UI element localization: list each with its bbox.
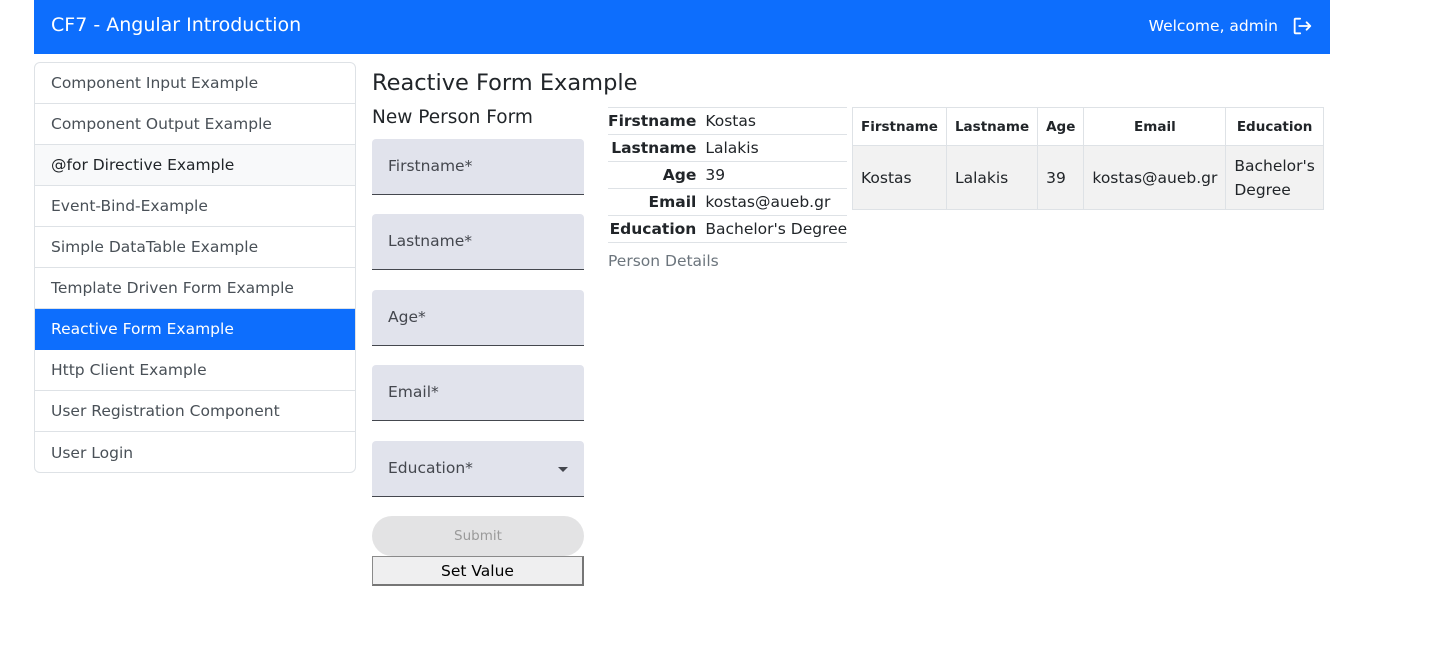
detail-row: Firstname Kostas [608,107,848,135]
education-select[interactable]: Education* [372,441,584,497]
detail-row: Email kostas@aueb.gr [608,188,848,216]
column-header-email: Email [1083,107,1227,146]
sidebar-item-user-login[interactable]: User Login [35,432,355,472]
sidebar-item-user-registration[interactable]: User Registration Component [35,391,355,432]
detail-value: Bachelor's Degree [705,215,848,243]
detail-key: Email [608,188,706,216]
table-cell: Bachelor's Degree [1225,145,1324,210]
column-header-age: Age [1037,107,1085,146]
sidebar-item-event-bind[interactable]: Event-Bind-Example [35,186,355,227]
sidebar-item-for-directive[interactable]: @for Directive Example [35,145,355,186]
column-header-education: Education [1225,107,1324,146]
detail-value: 39 [705,161,848,189]
table-cell: kostas@aueb.gr [1083,145,1227,210]
person-details-table: Firstname Kostas Lastname Lalakis Age 39… [608,107,848,243]
column-header-firstname: Firstname [852,107,947,146]
detail-key: Firstname [608,107,706,135]
detail-row: Education Bachelor's Degree [608,215,848,243]
table-header-row: Firstname Lastname Age Email Education [852,107,1324,146]
form-title: New Person Form [372,107,533,128]
table-cell: 39 [1037,145,1085,210]
detail-key: Education [608,215,706,243]
sidebar-item-template-driven-form[interactable]: Template Driven Form Example [35,268,355,309]
page-title: Reactive Form Example [372,70,638,96]
welcome-text: Welcome, admin [1148,17,1278,35]
table-cell: Kostas [852,145,947,210]
people-table: Firstname Lastname Age Email Education K… [852,107,1324,210]
person-details-caption: Person Details [608,252,719,270]
sidebar-item-http-client[interactable]: Http Client Example [35,350,355,391]
email-label: Email* [388,383,439,401]
age-label: Age* [388,308,426,326]
age-field[interactable]: Age* [372,290,584,346]
detail-row: Age 39 [608,161,848,189]
detail-key: Age [608,161,706,189]
set-value-button[interactable]: Set Value [372,556,584,586]
top-navbar: CF7 - Angular Introduction Welcome, admi… [34,0,1330,54]
app-brand[interactable]: CF7 - Angular Introduction [51,14,301,36]
lastname-label: Lastname* [388,232,472,250]
lastname-field[interactable]: Lastname* [372,214,584,270]
table-cell: Lalakis [945,145,1039,210]
logout-icon[interactable] [1291,15,1313,37]
detail-key: Lastname [608,134,706,162]
education-label: Education* [388,459,473,477]
sidebar-item-component-output[interactable]: Component Output Example [35,104,355,145]
detail-value: kostas@aueb.gr [705,188,848,216]
detail-value: Kostas [705,107,848,135]
column-header-lastname: Lastname [945,107,1039,146]
email-field[interactable]: Email* [372,365,584,421]
firstname-label: Firstname* [388,157,473,175]
sidebar-item-component-input[interactable]: Component Input Example [35,63,355,104]
firstname-field[interactable]: Firstname* [372,139,584,195]
detail-row: Lastname Lalakis [608,134,848,162]
detail-value: Lalakis [705,134,848,162]
sidebar-item-reactive-form[interactable]: Reactive Form Example [35,309,355,350]
table-row: Kostas Lalakis 39 kostas@aueb.gr Bachelo… [852,145,1324,210]
sidebar-nav: Component Input Example Component Output… [34,62,356,473]
caret-down-icon[interactable] [558,467,568,472]
submit-button[interactable]: Submit [372,516,584,556]
sidebar-item-simple-datatable[interactable]: Simple DataTable Example [35,227,355,268]
